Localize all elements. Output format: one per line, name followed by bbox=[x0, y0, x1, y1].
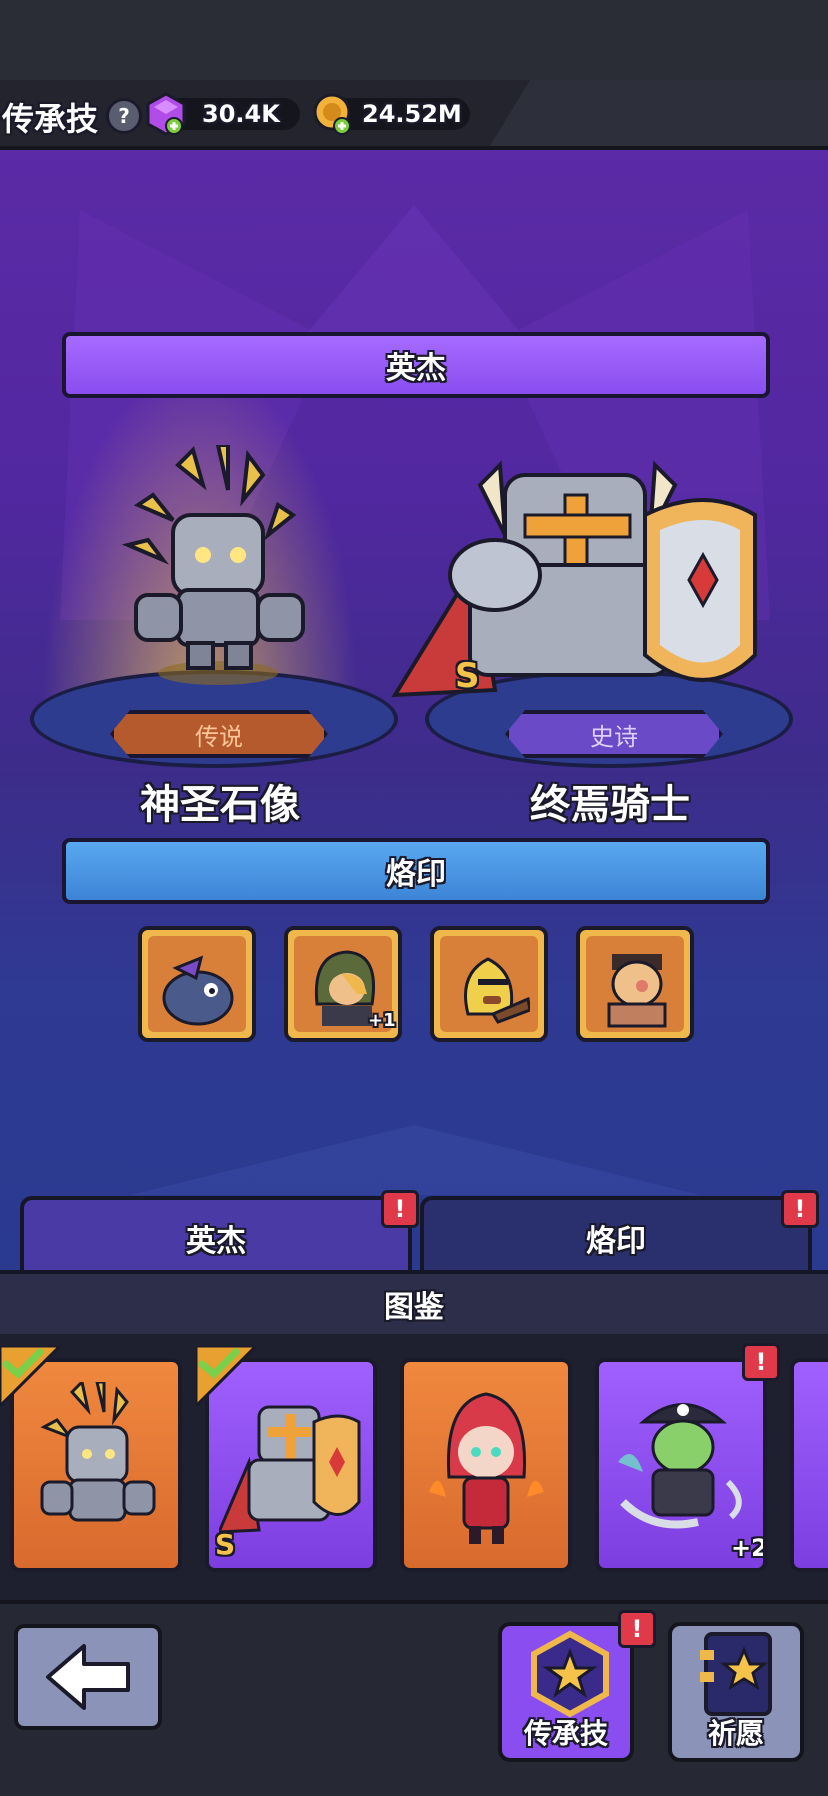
back-arrow-icon bbox=[44, 1642, 132, 1712]
tab-heroes[interactable]: 英杰 bbox=[20, 1196, 412, 1276]
gem-amount: 30.4K bbox=[202, 100, 280, 128]
checkmark-icon bbox=[194, 1344, 260, 1410]
codex-header: 图鉴 bbox=[0, 1270, 828, 1338]
coin-amount: 24.52M bbox=[362, 100, 462, 128]
tab-imprint[interactable]: 烙印 bbox=[420, 1196, 812, 1276]
grade-label: S bbox=[215, 1528, 236, 1561]
star-badge-icon bbox=[526, 1630, 614, 1718]
rarity-tag-legendary: 传说 bbox=[110, 710, 328, 758]
tab-imprint-alert-badge: ! bbox=[781, 1190, 819, 1228]
codex-card[interactable] bbox=[790, 1358, 828, 1572]
imprint-section-banner: 烙印 bbox=[62, 838, 770, 904]
imprint-slot[interactable] bbox=[576, 926, 694, 1042]
legacy-alert-badge: ! bbox=[618, 1610, 656, 1648]
armored-knight-icon bbox=[216, 1392, 364, 1542]
imprint-slot[interactable] bbox=[430, 926, 548, 1042]
help-icon[interactable]: ? bbox=[106, 98, 142, 134]
currency-bar-decoration bbox=[490, 80, 828, 146]
ghost-pirate-icon bbox=[613, 1382, 753, 1547]
fire-mage-girl-icon bbox=[424, 1382, 549, 1552]
rarity-tag-epic: 史诗 bbox=[505, 710, 723, 758]
system-status-area bbox=[0, 0, 828, 80]
codex-card[interactable]: +2 bbox=[595, 1358, 767, 1572]
imprint-slot[interactable]: +1 bbox=[284, 926, 402, 1042]
fish-monster-icon bbox=[156, 948, 238, 1028]
card-alert-badge: ! bbox=[742, 1343, 780, 1381]
coin-icon[interactable] bbox=[312, 92, 354, 136]
gem-icon[interactable] bbox=[146, 92, 186, 136]
grade-label: S bbox=[455, 656, 480, 696]
bearded-brute-icon bbox=[594, 944, 676, 1028]
right-hero-name: 终焉骑士 bbox=[530, 782, 690, 828]
heroes-section-banner: 英杰 bbox=[62, 332, 770, 398]
codex-card[interactable] bbox=[400, 1358, 572, 1572]
legacy-skill-button[interactable]: 传承技 bbox=[498, 1622, 634, 1762]
stone-golem-icon[interactable] bbox=[118, 443, 318, 685]
legacy-skill-label: 传承技 bbox=[523, 1717, 608, 1750]
back-button[interactable] bbox=[14, 1624, 162, 1730]
checkmark-icon bbox=[0, 1344, 64, 1409]
wish-label: 祈愿 bbox=[707, 1717, 764, 1750]
wish-book-icon bbox=[700, 1628, 780, 1718]
page-title: 传承技 bbox=[2, 100, 99, 138]
armored-knight-icon[interactable] bbox=[385, 455, 765, 705]
stone-golem-icon bbox=[32, 1378, 162, 1552]
left-hero-name: 神圣石像 bbox=[140, 782, 300, 828]
card-badge: +2 bbox=[731, 1534, 767, 1562]
imprint-slot[interactable] bbox=[138, 926, 256, 1042]
tab-heroes-alert-badge: ! bbox=[381, 1190, 419, 1228]
imprint-badge: +1 bbox=[368, 1010, 396, 1031]
wish-button[interactable]: 祈愿 bbox=[668, 1622, 804, 1762]
banana-warrior-icon bbox=[448, 944, 532, 1028]
